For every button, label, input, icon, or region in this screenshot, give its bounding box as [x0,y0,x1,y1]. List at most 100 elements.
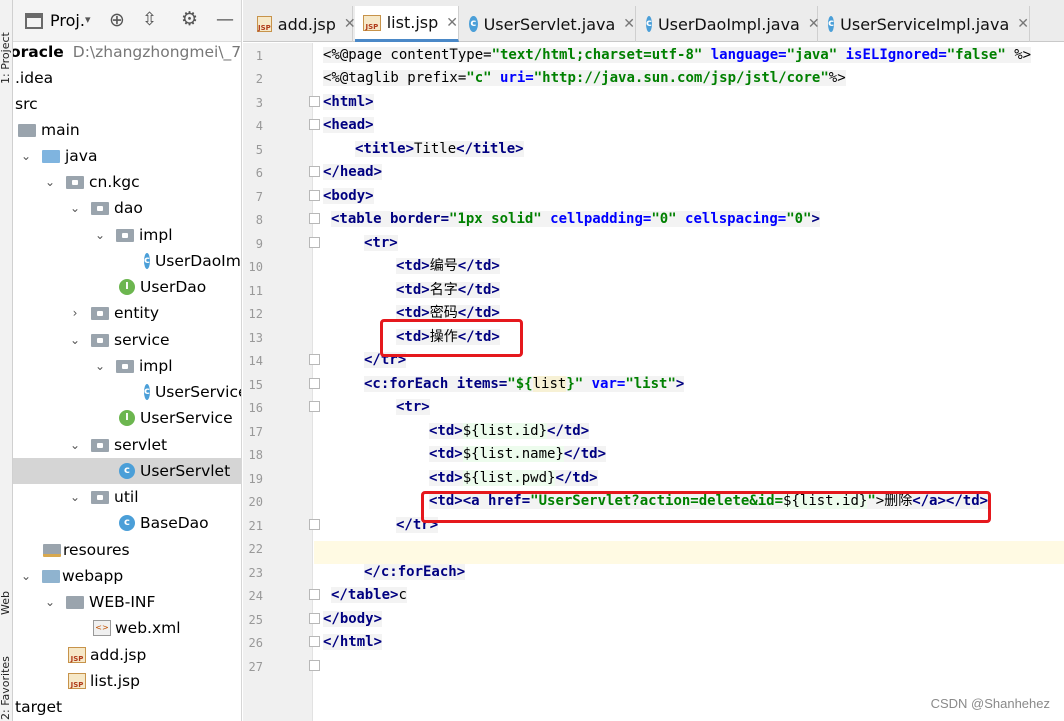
fold-marker-icon[interactable] [309,166,320,177]
locate-file-icon[interactable]: ⊕ [109,9,125,31]
chevron-down-icon[interactable]: ⌄ [93,359,107,373]
fold-marker-icon[interactable] [309,589,320,600]
package-icon [116,228,134,242]
code-token: <body> [323,188,374,204]
code-line-24[interactable]: </table>c [323,584,407,607]
close-icon[interactable]: ✕ [808,16,820,32]
close-icon[interactable]: ✕ [1017,16,1029,32]
tree-item-userdaoimpl[interactable]: c UserDaoImpl [13,248,241,274]
fold-marker-icon[interactable] [309,378,320,389]
fold-marker-icon[interactable] [309,119,320,130]
code-line-23[interactable]: </c:forEach> [323,561,466,584]
dropdown-arrow-icon[interactable]: ▾ [85,13,91,26]
project-view-selector[interactable]: Proj. [50,11,85,30]
code-token: cellpadding= [541,211,652,227]
tree-item-userservice[interactable]: I UserService [13,405,241,431]
favorites-tool-button[interactable]: 2: Favorites [0,640,13,720]
chevron-down-icon[interactable]: ⌄ [19,569,33,583]
code-line-26[interactable]: </html> [323,631,383,654]
fold-marker-icon[interactable] [309,660,320,671]
tree-item-list-jsp[interactable]: JSP list.jsp [13,668,241,694]
code-line-16[interactable]: <tr> [323,396,430,419]
hide-panel-icon[interactable]: — [216,9,234,30]
tree-item-cn-kgc[interactable]: ⌄ cn.kgc [13,169,241,195]
code-line-5[interactable]: <title>Title</title> [323,138,524,161]
project-tool-button[interactable]: 1: Project [0,4,13,84]
line-number: 25 [248,613,263,627]
tab-list-jsp[interactable]: JSP list.jsp ✕ [355,6,459,42]
tree-item-basedao[interactable]: c BaseDao [13,510,241,536]
code-line-18[interactable]: <td>${list.name}</td> [323,443,607,466]
code-line-25[interactable]: </body> [323,608,383,631]
code-line-19[interactable]: <td>${list.pwd}</td> [323,467,598,490]
gear-icon[interactable]: ⚙ [181,8,198,30]
close-icon[interactable]: ✕ [344,16,356,32]
code-line-4[interactable]: <head> [323,114,374,137]
code-editor[interactable]: 1 2 3 4 5 6 7 8 9 10 11 12 13 14 15 16 1… [243,43,1064,721]
chevron-down-icon[interactable]: ⌄ [68,201,82,215]
project-root-row[interactable]: oracle D:\zhangzhongmei\_77c [13,39,241,65]
chevron-down-icon[interactable]: ⌄ [43,175,57,189]
tree-item-target[interactable]: target [13,694,241,720]
tree-item-userservlet[interactable]: c UserServlet [13,458,241,484]
chevron-right-icon[interactable]: › [68,306,82,320]
tree-item-userdao[interactable]: I UserDao [13,274,241,300]
tree-item-src[interactable]: src [13,91,241,117]
tab-userdaoimpl-java[interactable]: c UserDaoImpl.java ✕ [638,6,820,42]
fold-marker-icon[interactable] [309,96,320,107]
chevron-down-icon[interactable]: ⌄ [19,149,33,163]
code-line-11[interactable]: <td>名字</td> [323,279,500,302]
code-line-8[interactable]: <table border="1px solid" cellpadding="0… [323,208,820,231]
code-line-3[interactable]: <html> [323,91,374,114]
tree-item-add-jsp[interactable]: JSP add.jsp [13,642,241,668]
tree-item-label: add.jsp [90,646,147,664]
tree-item-service-impl[interactable]: ⌄ impl [13,353,241,379]
tree-item-servlet[interactable]: ⌄ servlet [13,432,241,458]
tab-userservlet-java[interactable]: c UserServlet.java ✕ [461,6,636,42]
fold-marker-icon[interactable] [309,613,320,624]
tree-item-resoures[interactable]: resoures [13,537,241,563]
tree-item-dao-impl[interactable]: ⌄ impl [13,222,241,248]
code-line-10[interactable]: <td>编号</td> [323,255,500,278]
tab-add-jsp[interactable]: JSP add.jsp ✕ [249,6,356,42]
fold-marker-icon[interactable] [309,213,320,224]
chevron-down-icon[interactable]: ⌄ [68,490,82,504]
chevron-down-icon[interactable]: ⌄ [68,333,82,347]
code-line-6[interactable]: </head> [323,161,383,184]
code-line-17[interactable]: <td>${list.id}</td> [323,420,590,443]
code-token: <tr> [396,399,430,415]
fold-marker-icon[interactable] [309,401,320,412]
chevron-down-icon[interactable]: ⌄ [68,438,82,452]
web-tool-button[interactable]: Web [0,570,13,615]
fold-marker-icon[interactable] [309,190,320,201]
fold-marker-icon[interactable] [309,519,320,530]
chevron-down-icon[interactable]: ⌄ [43,595,57,609]
tree-item-userserviceimpl[interactable]: c UserServiceImpl [13,379,241,405]
tree-item-web-inf[interactable]: ⌄ WEB-INF [13,589,241,615]
code-line-15[interactable]: <c:forEach items="${list}" var="list"> [323,373,685,396]
code-line-2[interactable]: <%@taglib prefix="c" uri="http://java.su… [323,67,846,90]
tree-item-idea[interactable]: .idea [13,65,241,91]
close-icon[interactable]: ✕ [623,16,635,32]
fold-marker-icon[interactable] [309,354,320,365]
tree-item-entity[interactable]: › entity [13,300,241,326]
tree-item-web-xml[interactable]: <> web.xml [13,615,241,641]
tree-item-webapp[interactable]: ⌄ webapp [13,563,241,589]
tree-item-service[interactable]: ⌄ service [13,327,241,353]
project-view-icon[interactable] [25,13,43,29]
tree-item-dao[interactable]: ⌄ dao [13,195,241,221]
fold-marker-icon[interactable] [309,636,320,647]
code-token: <td> [429,446,463,462]
code-line-1[interactable]: <%@page contentType="text/html;charset=u… [323,44,1032,67]
chevron-down-icon[interactable]: ⌄ [93,228,107,242]
fold-marker-icon[interactable] [309,237,320,248]
code-line-7[interactable]: <body> [323,185,374,208]
tree-item-util[interactable]: ⌄ util [13,484,241,510]
collapse-all-icon[interactable]: ⇳ [142,9,157,30]
tab-label: UserServiceImpl.java [840,14,1010,34]
tab-userserviceimpl-java[interactable]: c UserServiceImpl.java ✕ [820,6,1030,42]
tree-item-java[interactable]: ⌄ java [13,143,241,169]
tree-item-main[interactable]: main [13,117,241,143]
code-line-9[interactable]: <tr> [323,232,398,255]
close-icon[interactable]: ✕ [446,15,458,31]
